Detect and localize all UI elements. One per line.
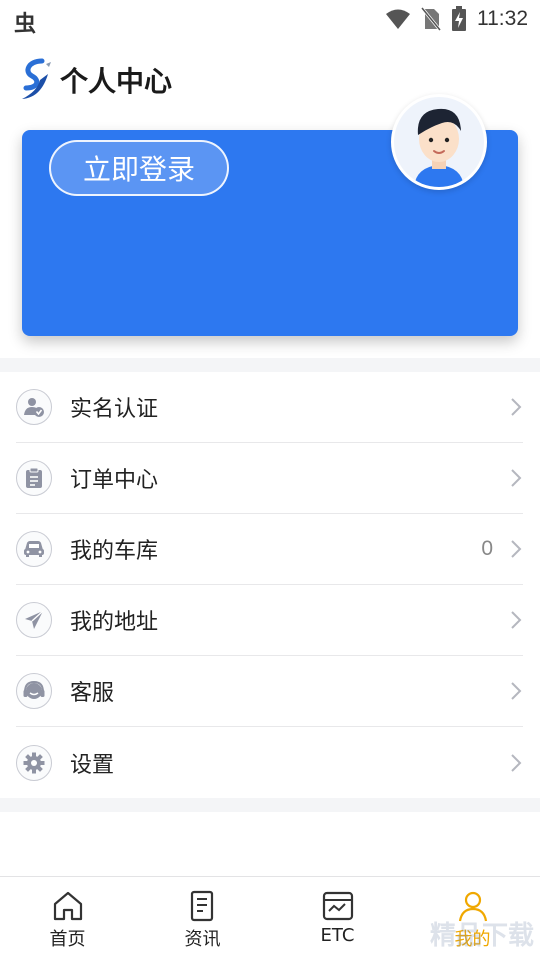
nav-tab-label: 首页 xyxy=(49,929,86,950)
nav-tab-label: ETC xyxy=(320,925,355,946)
nav-tab-home[interactable]: 首页 xyxy=(0,877,135,960)
news-icon xyxy=(190,890,213,922)
page-header: 个人中心 xyxy=(18,50,172,110)
menu-item-garage[interactable]: 我的车库 0 xyxy=(16,514,523,585)
person-icon xyxy=(458,891,487,922)
section-divider xyxy=(0,358,540,372)
gear-icon xyxy=(16,744,52,781)
menu-item-settings[interactable]: 设置 xyxy=(16,727,523,798)
nav-tab-mine[interactable]: 我的 xyxy=(405,877,540,960)
paper-plane-icon xyxy=(16,602,52,638)
menu-item-real-name[interactable]: 实名认证 xyxy=(16,372,523,443)
chevron-right-icon xyxy=(511,611,522,629)
menu-item-label: 我的车库 xyxy=(70,539,159,564)
menu-item-label: 我的地址 xyxy=(70,610,159,635)
menu-item-label: 客服 xyxy=(70,681,115,706)
car-icon xyxy=(16,531,52,567)
nav-tab-etc[interactable]: ETC xyxy=(270,877,405,960)
menu-item-label: 设置 xyxy=(70,752,115,778)
nav-tab-news[interactable]: 资讯 xyxy=(135,877,270,960)
section-divider xyxy=(0,798,540,812)
clipboard-icon xyxy=(16,460,52,496)
nav-tab-label: 我的 xyxy=(454,929,491,950)
menu-item-orders[interactable]: 订单中心 xyxy=(16,443,523,514)
clock: 11:32 xyxy=(477,7,528,30)
home-icon xyxy=(53,891,82,921)
menu-item-customer-service[interactable]: 客服 xyxy=(16,656,523,727)
etc-card-icon xyxy=(322,891,353,921)
chevron-right-icon xyxy=(511,540,522,558)
avatar-face-icon xyxy=(414,108,464,187)
user-verify-icon xyxy=(16,389,52,425)
page-title: 个人中心 xyxy=(60,65,173,98)
menu-item-label: 订单中心 xyxy=(70,468,159,493)
login-button[interactable]: 立即登录 xyxy=(49,140,229,196)
avatar[interactable] xyxy=(391,94,487,190)
chevron-right-icon xyxy=(511,398,522,416)
app-logo-icon xyxy=(22,58,51,99)
chevron-right-icon xyxy=(511,753,522,772)
wifi-icon xyxy=(386,9,410,29)
menu-item-label: 实名认证 xyxy=(70,397,159,422)
status-bar: 虫 11:32 xyxy=(0,0,540,38)
garage-count: 0 xyxy=(481,537,493,560)
bottom-nav: 首页 资讯 ETC 我的 精品下载 xyxy=(0,876,540,960)
status-indicators: 11:32 xyxy=(385,5,528,33)
menu-list: 实名认证 订单中心 我的车库 0 我的地址 客服 设置 xyxy=(0,372,540,798)
chevron-right-icon xyxy=(511,682,522,700)
battery-charging-icon xyxy=(452,6,466,31)
nav-tab-label: 资讯 xyxy=(184,929,221,950)
no-sim-icon xyxy=(421,7,441,31)
headset-icon xyxy=(16,673,52,709)
app-notification-icon: 虫 xyxy=(14,12,37,37)
chevron-right-icon xyxy=(511,469,522,487)
menu-item-address[interactable]: 我的地址 xyxy=(16,585,523,656)
